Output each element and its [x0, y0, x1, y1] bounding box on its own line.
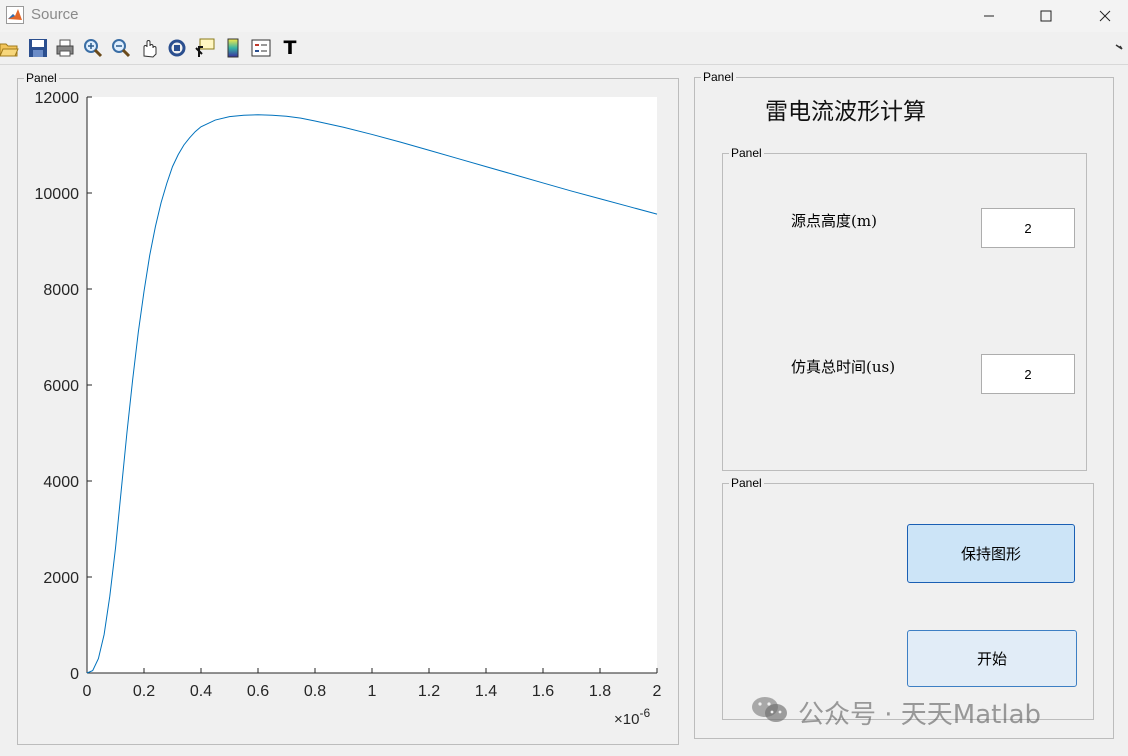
- x-tick-label: 1.6: [532, 683, 554, 700]
- source-height-input[interactable]: [981, 208, 1075, 248]
- params-panel: Panel: [722, 146, 1087, 471]
- x-tick-label: 1.8: [589, 683, 611, 700]
- y-tick-label: 6000: [43, 378, 79, 395]
- params-panel-label: Panel: [729, 146, 764, 160]
- x-exponent-label: ×10-6: [614, 706, 650, 728]
- y-ticks: 0 2000 4000 6000 8000 10000 12000: [35, 90, 92, 683]
- watermark-text: 公众号 · 天天Matlab: [798, 700, 1042, 730]
- minimize-button[interactable]: [966, 0, 1012, 32]
- y-tick-label: 10000: [35, 186, 80, 203]
- app-title: 雷电流波形计算: [765, 99, 926, 125]
- y-tick-label: 2000: [43, 570, 79, 587]
- buttons-panel-label: Panel: [729, 476, 764, 490]
- maximize-button[interactable]: [1023, 0, 1069, 32]
- control-panel-label: Panel: [701, 70, 736, 84]
- y-tick-label: 8000: [43, 282, 79, 299]
- x-tick-label: 0: [83, 683, 92, 700]
- x-tick-label: 2: [653, 683, 662, 700]
- y-tick-label: 4000: [43, 474, 79, 491]
- x-tick-label: 0.4: [190, 683, 212, 700]
- sim-time-input[interactable]: [981, 354, 1075, 394]
- toolbar-dock-arrow-icon[interactable]: [1112, 37, 1128, 59]
- waveform-plot[interactable]: 0 0.2 0.4 0.6 0.8 1 1.2 1.4 1.6 1.8 2 0 2000 4000 600…: [0, 0, 690, 735]
- source-height-label: 源点高度(m): [791, 212, 877, 230]
- x-tick-label: 0.2: [133, 683, 155, 700]
- x-tick-label: 0.8: [304, 683, 326, 700]
- x-tick-label: 0.6: [247, 683, 269, 700]
- y-tick-label: 12000: [35, 90, 80, 107]
- axes-background: [87, 97, 657, 673]
- hold-figure-button[interactable]: 保持图形: [907, 524, 1075, 583]
- wechat-icon: [750, 694, 790, 731]
- x-tick-label: 1.2: [418, 683, 440, 700]
- y-tick-label: 0: [70, 666, 79, 683]
- x-tick-label: 1.4: [475, 683, 497, 700]
- close-button[interactable]: [1082, 0, 1128, 32]
- watermark: 公众号 · 天天Matlab: [750, 694, 1041, 731]
- x-tick-label: 1: [368, 683, 377, 700]
- sim-time-label: 仿真总时间(us): [791, 358, 896, 376]
- start-button[interactable]: 开始: [907, 630, 1077, 687]
